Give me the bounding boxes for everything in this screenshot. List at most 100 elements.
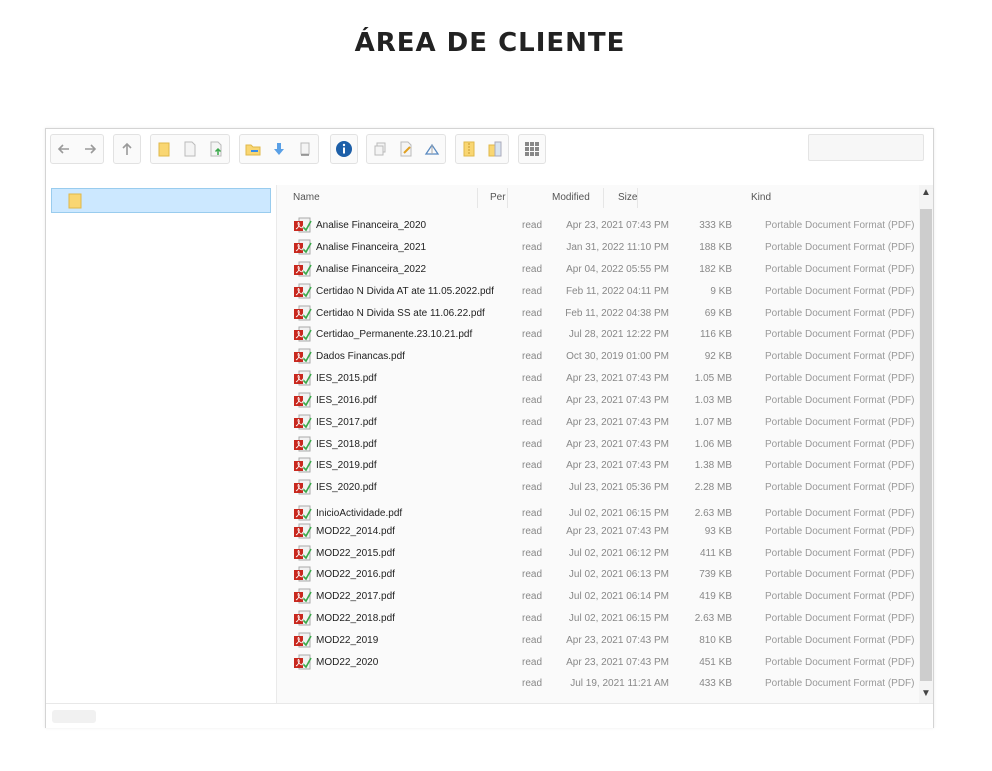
extract-button[interactable] — [482, 135, 508, 163]
forward-button[interactable] — [77, 135, 103, 163]
file-modified: Apr 23, 2021 07:43 PM — [566, 460, 669, 471]
archive-button[interactable] — [456, 135, 482, 163]
file-kind: Portable Document Format (PDF) — [765, 569, 915, 580]
file-row[interactable]: Dados Financas.pdf read Oct 30, 2019 01:00… — [277, 346, 920, 368]
file-name: InicioActividade.pdf — [316, 508, 403, 519]
tree-item-root[interactable] — [51, 188, 271, 213]
file-kind: Portable Document Format (PDF) — [765, 657, 915, 668]
file-kind: Portable Document Format (PDF) — [765, 242, 915, 253]
file-modified: Jul 02, 2021 06:15 PM — [568, 508, 669, 519]
file-name: MOD22_2014.pdf — [316, 526, 395, 537]
file-name: IES_2020.pdf — [316, 482, 377, 493]
file-row[interactable]: MOD22_2014.pdf read Apr 23, 2021 07:43 PM 9… — [277, 521, 920, 543]
file-modified: Jul 02, 2021 06:13 PM — [568, 569, 669, 580]
new-folder-icon — [158, 142, 170, 157]
pdf-file-icon — [293, 457, 313, 478]
column-modified[interactable]: Modified — [552, 192, 590, 203]
column-size[interactable]: Size — [618, 192, 637, 203]
column-name[interactable]: Name — [293, 192, 320, 203]
file-size: 2.63 MB — [694, 508, 732, 519]
resize-button[interactable] — [419, 135, 445, 163]
file-modified: Oct 30, 2019 01:00 PM — [566, 351, 669, 362]
file-modified: Apr 23, 2021 07:43 PM — [566, 373, 669, 384]
edit-icon — [400, 141, 412, 157]
upload-button[interactable] — [203, 135, 229, 163]
file-row[interactable]: read Jul 19, 2021 11:21 AM 433 KB Portable … — [277, 673, 920, 695]
file-row[interactable]: Analise Financeira_2020 read Apr 23, 2021 … — [277, 215, 920, 237]
scroll-up-icon[interactable]: ▲ — [919, 185, 933, 201]
file-row[interactable]: IES_2020.pdf read Jul 23, 2021 05:36 PM 2.2… — [277, 477, 920, 499]
file-list: Name Per Modified Size Kind Analise Fina… — [276, 185, 920, 703]
file-kind: Portable Document Format (PDF) — [765, 308, 915, 319]
file-kind: Portable Document Format (PDF) — [765, 613, 915, 624]
column-header: Name Per Modified Size Kind — [277, 185, 920, 211]
file-size: 182 KB — [699, 264, 732, 275]
grid-view-button[interactable] — [519, 135, 545, 163]
file-row[interactable]: IES_2015.pdf read Apr 23, 2021 07:43 PM 1.0… — [277, 368, 920, 390]
file-modified: Jul 28, 2021 12:22 PM — [568, 329, 669, 340]
column-permissions[interactable]: Per — [490, 192, 506, 203]
column-kind[interactable]: Kind — [751, 192, 771, 203]
up-group — [113, 134, 141, 164]
back-button[interactable] — [51, 135, 77, 163]
toolbar — [46, 129, 933, 169]
upload-icon — [210, 141, 222, 157]
file-name: MOD22_2015.pdf — [316, 548, 395, 559]
file-row[interactable]: Certidao N Divida SS ate 11.06.22.pdf rea… — [277, 303, 920, 325]
new-file-button[interactable] — [177, 135, 203, 163]
file-row[interactable]: Certidao_Permanente.23.10.21.pdf read Jul … — [277, 324, 920, 346]
pdf-file-icon — [293, 566, 313, 587]
file-row[interactable]: Analise Financeira_2021 read Jan 31, 2022 … — [277, 237, 920, 259]
copy-button[interactable] — [367, 135, 393, 163]
up-button[interactable] — [114, 135, 140, 163]
file-size: 739 KB — [699, 569, 732, 580]
file-size: 188 KB — [699, 242, 732, 253]
file-name: IES_2019.pdf — [316, 460, 377, 471]
view-button[interactable] — [292, 135, 318, 163]
file-row[interactable]: IES_2018.pdf read Apr 23, 2021 07:43 PM 1.0… — [277, 434, 920, 456]
info-button[interactable] — [331, 135, 357, 163]
pdf-file-icon — [293, 305, 313, 326]
file-name: MOD22_2019 — [316, 635, 379, 646]
file-row[interactable]: MOD22_2017.pdf read Jul 02, 2021 06:14 PM 4… — [277, 586, 920, 608]
pdf-file-icon — [293, 239, 313, 260]
file-row[interactable]: MOD22_2020 read Apr 23, 2021 07:43 PM 451 K… — [277, 652, 920, 674]
scroll-thumb[interactable] — [920, 209, 932, 681]
file-row[interactable]: MOD22_2015.pdf read Jul 02, 2021 06:12 PM 4… — [277, 543, 920, 565]
extract-icon — [488, 141, 502, 157]
file-modified: Apr 23, 2021 07:43 PM — [566, 395, 669, 406]
file-row[interactable]: Analise Financeira_2022 read Apr 04, 2022 … — [277, 259, 920, 281]
file-size: 69 KB — [704, 308, 732, 319]
document-icon — [300, 142, 310, 156]
edit-button[interactable] — [393, 135, 419, 163]
file-kind: Portable Document Format (PDF) — [765, 460, 915, 471]
file-kind: Portable Document Format (PDF) — [765, 351, 915, 362]
file-modified: Feb 11, 2022 04:11 PM — [565, 286, 669, 297]
file-size: 810 KB — [699, 635, 732, 646]
pdf-file-icon — [293, 479, 313, 500]
file-name: Certidao_Permanente.23.10.21.pdf — [316, 329, 473, 340]
vertical-scrollbar[interactable]: ▲ ▼ — [919, 185, 933, 703]
file-size: 9 KB — [710, 286, 732, 297]
new-folder-button[interactable] — [151, 135, 177, 163]
file-name: IES_2015.pdf — [316, 373, 377, 384]
edit-group — [366, 134, 446, 164]
file-row[interactable]: IES_2019.pdf read Apr 23, 2021 07:43 PM 1.3… — [277, 455, 920, 477]
file-row[interactable]: MOD22_2018.pdf read Jul 02, 2021 06:15 PM 2… — [277, 608, 920, 630]
pdf-file-icon — [293, 326, 313, 347]
scroll-down-icon[interactable]: ▼ — [919, 686, 933, 702]
folder-icon — [68, 193, 82, 214]
download-button[interactable] — [266, 135, 292, 163]
pdf-file-icon — [293, 414, 313, 435]
file-row[interactable]: MOD22_2019 read Apr 23, 2021 07:43 PM 810 K… — [277, 630, 920, 652]
file-row[interactable]: IES_2017.pdf read Apr 23, 2021 07:43 PM 1.0… — [277, 412, 920, 434]
file-size: 2.28 MB — [694, 482, 732, 493]
file-row[interactable]: MOD22_2016.pdf read Jul 02, 2021 06:13 PM 7… — [277, 564, 920, 586]
file-size: 2.63 MB — [694, 613, 732, 624]
pdf-file-icon — [293, 523, 313, 544]
open-button[interactable] — [240, 135, 266, 163]
file-row[interactable]: IES_2016.pdf read Apr 23, 2021 07:43 PM 1.0… — [277, 390, 920, 412]
file-size: 1.06 MB — [694, 439, 732, 450]
file-row[interactable]: Certidao N Divida AT ate 11.05.2022.pdf r… — [277, 281, 920, 303]
search-input[interactable] — [808, 134, 924, 161]
